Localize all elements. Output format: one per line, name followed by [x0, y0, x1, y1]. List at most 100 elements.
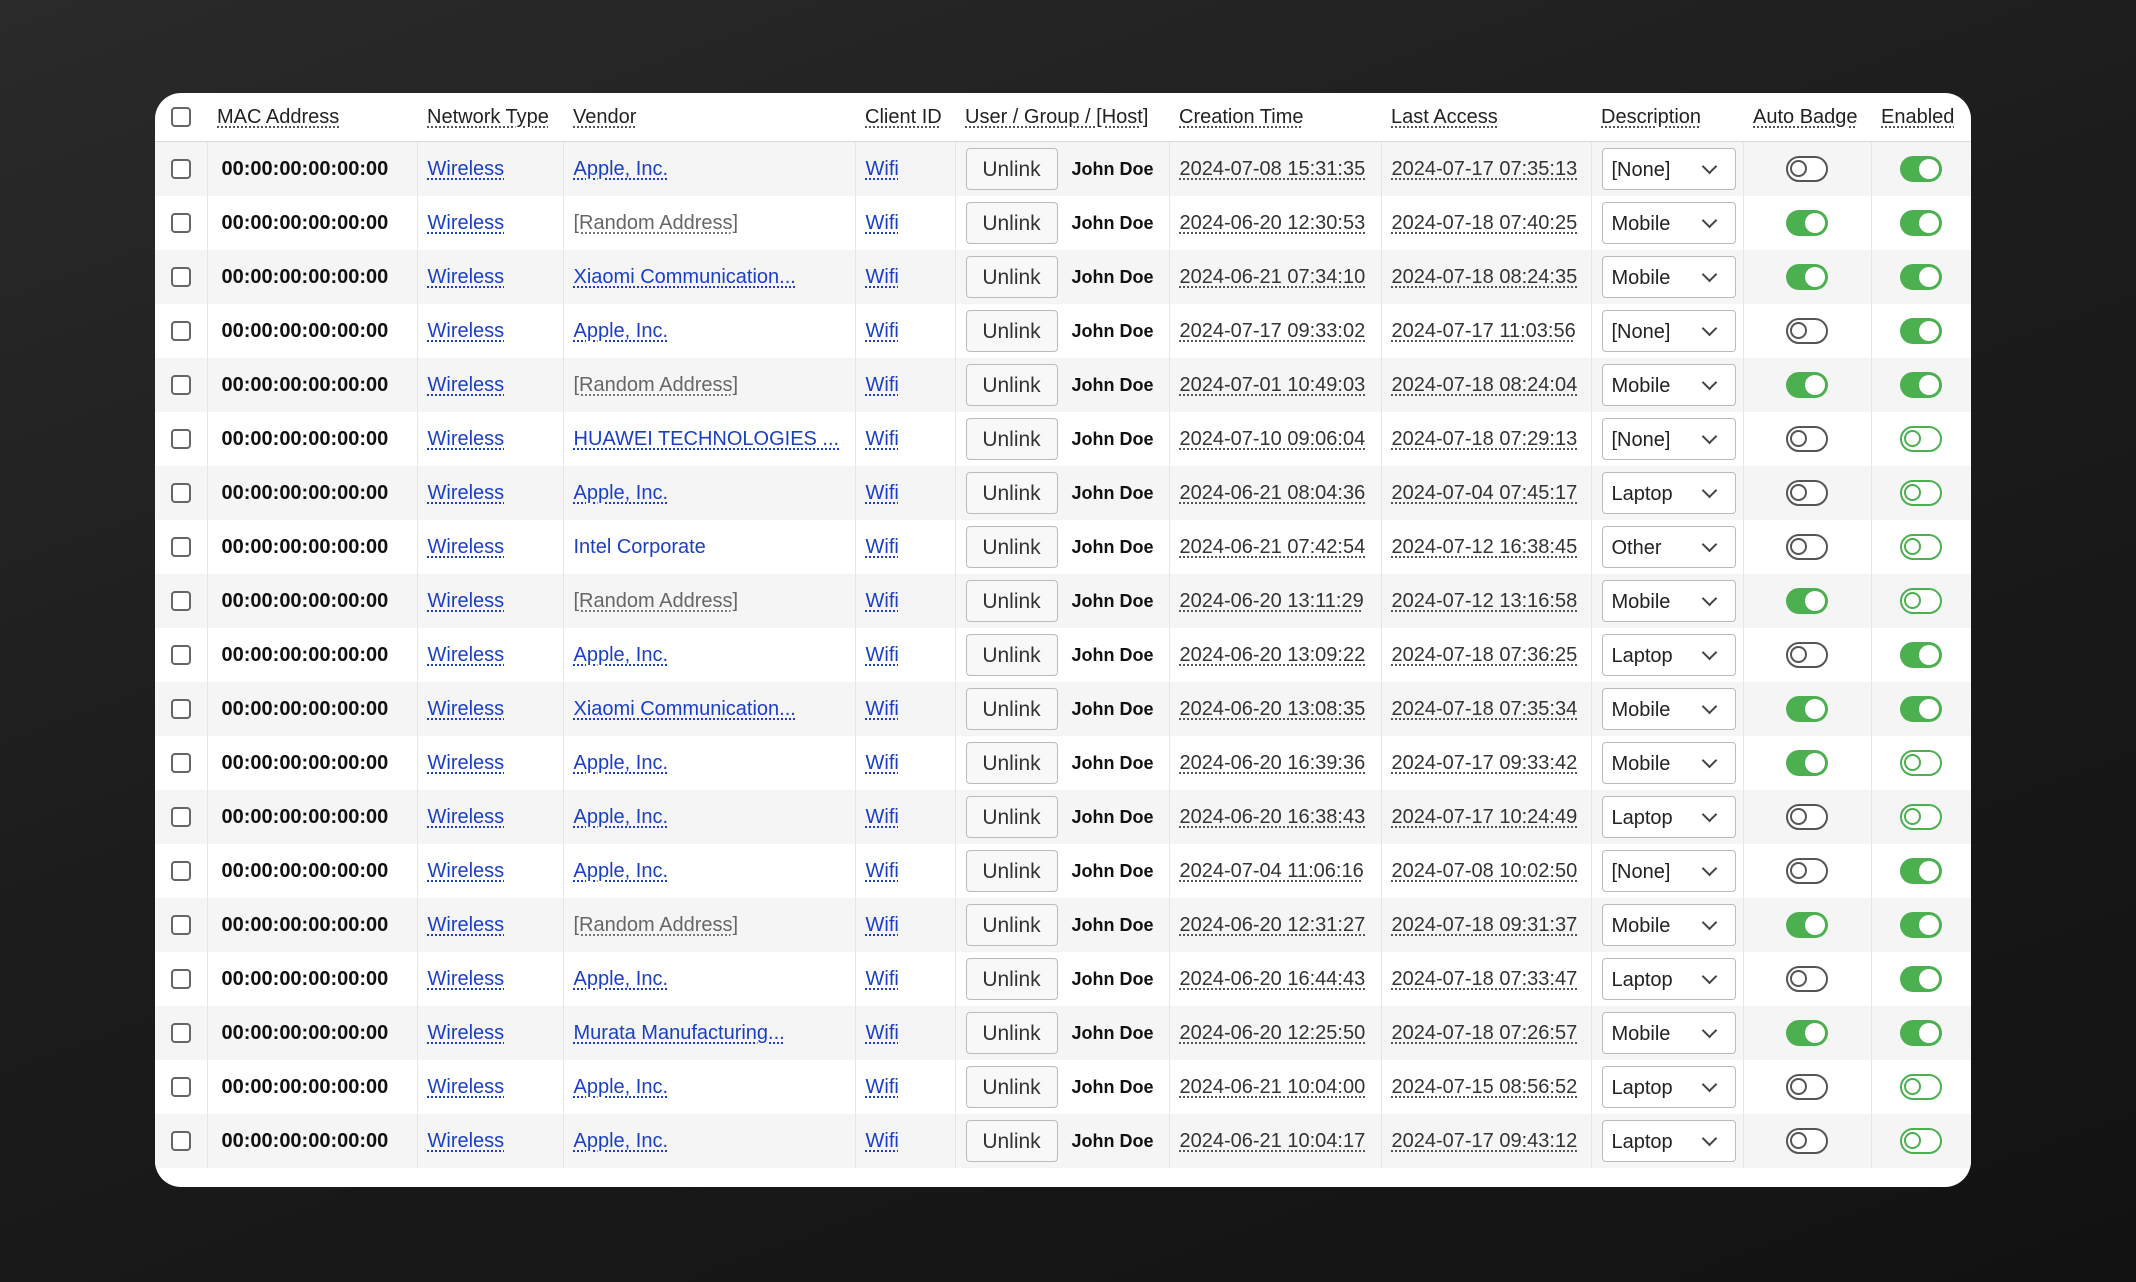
row-checkbox[interactable]	[170, 159, 191, 180]
auto-badge-toggle[interactable]	[1786, 750, 1828, 776]
row-checkbox[interactable]	[170, 699, 191, 720]
enabled-toggle[interactable]	[1900, 480, 1943, 506]
network-type-link[interactable]: Wireless	[428, 374, 505, 396]
enabled-toggle[interactable]	[1900, 696, 1943, 722]
client-id-link[interactable]: Wifi	[866, 212, 899, 234]
auto-badge-toggle[interactable]	[1786, 480, 1828, 506]
unlink-button[interactable]: Unlink	[965, 526, 1058, 568]
description-select[interactable]: Mobile	[1601, 256, 1736, 298]
unlink-button[interactable]: Unlink	[965, 1066, 1058, 1108]
select-all-checkbox[interactable]	[171, 107, 191, 128]
auto-badge-toggle[interactable]	[1786, 966, 1828, 992]
client-id-link[interactable]: Wifi	[866, 374, 899, 396]
vendor-link[interactable]: Xiaomi Communication...	[574, 266, 796, 288]
auto-badge-toggle[interactable]	[1786, 696, 1828, 722]
enabled-toggle[interactable]	[1900, 210, 1943, 236]
network-type-link[interactable]: Wireless	[428, 1076, 505, 1098]
client-id-link[interactable]: Wifi	[866, 752, 899, 774]
network-type-link[interactable]: Wireless	[428, 644, 505, 666]
vendor-link[interactable]: [Random Address]	[574, 212, 739, 234]
row-checkbox[interactable]	[170, 375, 191, 396]
vendor-link[interactable]: Apple, Inc.	[574, 482, 669, 504]
network-type-link[interactable]: Wireless	[428, 536, 505, 558]
row-checkbox[interactable]	[170, 915, 191, 936]
client-id-link[interactable]: Wifi	[866, 1076, 899, 1098]
vendor-link[interactable]: Intel Corporate	[574, 536, 706, 558]
enabled-toggle[interactable]	[1900, 804, 1943, 830]
enabled-toggle[interactable]	[1900, 156, 1943, 182]
client-id-link[interactable]: Wifi	[866, 1130, 899, 1152]
vendor-link[interactable]: [Random Address]	[574, 590, 739, 612]
description-select[interactable]: Mobile	[1601, 742, 1736, 784]
enabled-toggle[interactable]	[1900, 642, 1943, 668]
auto-badge-toggle[interactable]	[1786, 210, 1828, 236]
vendor-link[interactable]: HUAWEI TECHNOLOGIES ...	[574, 428, 840, 450]
row-checkbox[interactable]	[170, 213, 191, 234]
unlink-button[interactable]: Unlink	[965, 1012, 1058, 1054]
description-select[interactable]: Laptop	[1601, 634, 1736, 676]
enabled-toggle[interactable]	[1900, 750, 1943, 776]
client-id-link[interactable]: Wifi	[866, 428, 899, 450]
client-id-link[interactable]: Wifi	[866, 536, 899, 558]
enabled-toggle[interactable]	[1900, 966, 1943, 992]
description-select[interactable]: [None]	[1601, 148, 1736, 190]
enabled-toggle[interactable]	[1900, 372, 1943, 398]
description-select[interactable]: Laptop	[1601, 796, 1736, 838]
row-checkbox[interactable]	[170, 645, 191, 666]
network-type-link[interactable]: Wireless	[428, 806, 505, 828]
column-header-last-access[interactable]: Last Access	[1381, 93, 1591, 142]
description-select[interactable]: Laptop	[1601, 958, 1736, 1000]
client-id-link[interactable]: Wifi	[866, 914, 899, 936]
network-type-link[interactable]: Wireless	[428, 590, 505, 612]
vendor-link[interactable]: Apple, Inc.	[574, 806, 669, 828]
network-type-link[interactable]: Wireless	[428, 212, 505, 234]
vendor-link[interactable]: Apple, Inc.	[574, 1076, 669, 1098]
enabled-toggle[interactable]	[1900, 318, 1943, 344]
row-checkbox[interactable]	[170, 1023, 191, 1044]
description-select[interactable]: Mobile	[1601, 688, 1736, 730]
description-select[interactable]: [None]	[1601, 418, 1736, 460]
row-checkbox[interactable]	[170, 807, 191, 828]
client-id-link[interactable]: Wifi	[866, 590, 899, 612]
unlink-button[interactable]: Unlink	[965, 850, 1058, 892]
column-header-user[interactable]: User / Group / [Host]	[955, 93, 1169, 142]
unlink-button[interactable]: Unlink	[965, 958, 1058, 1000]
client-id-link[interactable]: Wifi	[866, 698, 899, 720]
enabled-toggle[interactable]	[1900, 858, 1943, 884]
auto-badge-toggle[interactable]	[1786, 372, 1828, 398]
column-header-vendor[interactable]: Vendor	[563, 93, 855, 142]
row-checkbox[interactable]	[170, 429, 191, 450]
column-header-creation-time[interactable]: Creation Time	[1169, 93, 1381, 142]
auto-badge-toggle[interactable]	[1786, 426, 1828, 452]
vendor-link[interactable]: Apple, Inc.	[574, 752, 669, 774]
unlink-button[interactable]: Unlink	[965, 688, 1058, 730]
description-select[interactable]: [None]	[1601, 310, 1736, 352]
vendor-link[interactable]: Apple, Inc.	[574, 968, 669, 990]
network-type-link[interactable]: Wireless	[428, 1130, 505, 1152]
client-id-link[interactable]: Wifi	[866, 806, 899, 828]
unlink-button[interactable]: Unlink	[965, 634, 1058, 676]
row-checkbox[interactable]	[170, 753, 191, 774]
vendor-link[interactable]: Apple, Inc.	[574, 1130, 669, 1152]
vendor-link[interactable]: Apple, Inc.	[574, 320, 669, 342]
row-checkbox[interactable]	[170, 1077, 191, 1098]
column-header-network-type[interactable]: Network Type	[417, 93, 563, 142]
auto-badge-toggle[interactable]	[1786, 588, 1828, 614]
auto-badge-toggle[interactable]	[1786, 912, 1828, 938]
description-select[interactable]: Mobile	[1601, 904, 1736, 946]
row-checkbox[interactable]	[170, 861, 191, 882]
vendor-link[interactable]: Xiaomi Communication...	[574, 698, 796, 720]
client-id-link[interactable]: Wifi	[866, 158, 899, 180]
description-select[interactable]: Mobile	[1601, 364, 1736, 406]
client-id-link[interactable]: Wifi	[866, 266, 899, 288]
enabled-toggle[interactable]	[1900, 534, 1943, 560]
network-type-link[interactable]: Wireless	[428, 914, 505, 936]
column-header-auto-badge[interactable]: Auto Badge	[1743, 93, 1871, 142]
unlink-button[interactable]: Unlink	[965, 904, 1058, 946]
column-header-mac[interactable]: MAC Address	[207, 93, 417, 142]
unlink-button[interactable]: Unlink	[965, 256, 1058, 298]
unlink-button[interactable]: Unlink	[965, 202, 1058, 244]
unlink-button[interactable]: Unlink	[965, 364, 1058, 406]
row-checkbox[interactable]	[170, 321, 191, 342]
description-select[interactable]: Other	[1601, 526, 1736, 568]
